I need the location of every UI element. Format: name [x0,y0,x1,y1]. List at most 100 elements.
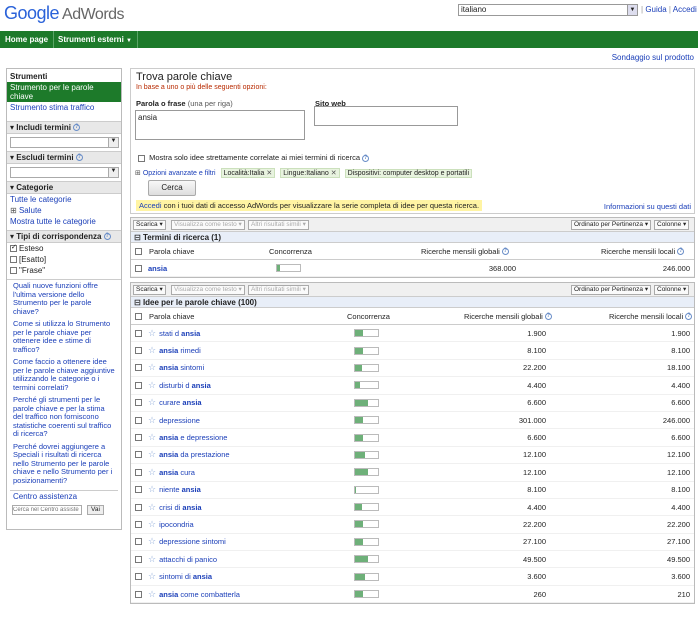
view-as-text-button[interactable]: Visualizza come testo ▾ [171,220,245,230]
help-icon[interactable]: ? [677,247,685,255]
row-checkbox[interactable] [135,538,142,546]
website-input[interactable] [314,106,458,126]
row-checkbox[interactable] [135,520,142,528]
search-button[interactable]: Cerca [148,180,196,196]
keyword-link[interactable]: ansia e depressione [159,433,227,442]
columns-button[interactable]: Colonne ▾ [654,285,690,295]
star-icon[interactable]: ☆ [148,449,156,460]
keyword-link[interactable]: stati d ansia [159,329,200,338]
nav-home[interactable]: Home page [0,31,55,48]
match-exact[interactable]: [Esatto] [7,254,121,265]
help-icon[interactable]: ? [501,247,509,255]
google-adwords-logo[interactable]: Google AdWords [4,3,125,24]
help-icon[interactable]: ? [544,312,552,320]
col-keyword[interactable]: Parola chiave [149,243,194,259]
language-select[interactable]: italiano ▼ [458,4,638,16]
row-checkbox[interactable] [135,451,142,459]
star-icon[interactable]: ☆ [148,519,156,530]
nav-external-tools[interactable]: Strumenti esterni ▼ [53,31,138,48]
expand-icon[interactable]: ⊞ [135,170,141,177]
section-title[interactable]: ⊟ Idee per le parole chiave (100) [131,297,694,308]
only-related-option[interactable]: Mostra solo idee strettamente correlate … [138,153,370,162]
keyword-link[interactable]: disturbi d ansia [159,381,211,390]
categories-header[interactable]: ▾ Categorie [7,181,121,194]
row-checkbox[interactable] [135,434,142,442]
keyword-link[interactable]: ansia rimedi [159,346,201,355]
close-icon[interactable]: ✕ [266,170,272,177]
view-as-text-button[interactable]: Visualizza come testo ▾ [171,285,245,295]
star-icon[interactable]: ☆ [148,415,156,426]
row-checkbox[interactable] [135,573,142,581]
col-local[interactable]: Ricerche mensili locali ? [601,243,685,259]
survey-link[interactable]: Sondaggio sul prodotto [612,53,694,62]
star-icon[interactable]: ☆ [148,484,156,495]
checkbox[interactable] [138,154,145,162]
help-question[interactable]: Come si utilizza lo Strumento per le par… [7,318,121,356]
keyword-link[interactable]: sintomi di ansia [159,572,212,581]
keyword-link[interactable]: depressione [159,416,200,425]
show-all-categories[interactable]: Mostra tutte le categorie [7,216,121,227]
col-competition[interactable]: Concorrenza [269,243,312,259]
phrase-textarea[interactable]: ansia [135,110,305,140]
data-info-link[interactable]: Informazioni su questi dati [604,202,691,211]
keyword-link[interactable]: ansia cura [159,468,195,477]
exclude-terms-header[interactable]: ▾ Escludi termini ? [7,151,121,164]
checkbox[interactable] [10,256,17,264]
exclude-terms-input[interactable]: ▼ [10,167,119,178]
close-icon[interactable]: ✕ [331,170,337,177]
star-icon[interactable]: ☆ [148,432,156,443]
row-checkbox[interactable] [135,468,142,476]
row-checkbox[interactable] [135,381,142,389]
row-checkbox[interactable] [135,399,142,407]
keyword-link[interactable]: ansia come combatterla [159,590,240,599]
row-checkbox[interactable] [135,329,142,337]
notice-login-link[interactable]: Accedi [139,201,162,210]
keyword-link[interactable]: ansia [148,264,167,273]
filter-devices[interactable]: Dispositivi: computer desktop e portatil… [344,169,472,178]
sidebar-item-keyword-tool[interactable]: Strumento per le parole chiave [7,82,121,102]
select-all-checkbox[interactable] [135,247,142,255]
match-broad[interactable]: Esteso [7,243,121,254]
star-icon[interactable]: ☆ [148,345,156,356]
download-button[interactable]: Scarica ▾ [133,285,166,295]
star-icon[interactable]: ☆ [148,571,156,582]
star-icon[interactable]: ☆ [148,554,156,565]
sort-button[interactable]: Ordinato per Pertinenza ▾ [571,220,652,230]
keyword-link[interactable]: ansia sintomi [159,363,204,372]
star-icon[interactable]: ☆ [148,397,156,408]
col-competition[interactable]: Concorrenza [347,308,390,324]
login-link[interactable]: Accedi [673,5,697,14]
help-search-input[interactable] [12,505,82,515]
keyword-link[interactable]: crisi di ansia [159,503,202,512]
include-terms-input[interactable]: ▼ [10,137,119,148]
star-icon[interactable]: ☆ [148,467,156,478]
help-link[interactable]: Guida [645,5,666,14]
keyword-link[interactable]: curare ansia [159,398,202,407]
category-health[interactable]: ⊞ Salute [7,205,121,216]
row-checkbox[interactable] [135,590,142,598]
star-icon[interactable]: ☆ [148,328,156,339]
columns-button[interactable]: Colonne ▾ [654,220,690,230]
download-button[interactable]: Scarica ▾ [133,220,166,230]
more-like-button[interactable]: Altri risultati simili ▾ [248,285,309,295]
chevron-down-icon[interactable]: ▼ [108,138,118,147]
expand-icon[interactable]: ⊞ [10,206,17,215]
select-all-checkbox[interactable] [135,312,142,320]
row-checkbox[interactable] [135,486,142,494]
help-question[interactable]: Perché gli strumenti per le parole chiav… [7,394,121,441]
checkbox-checked[interactable] [10,243,17,253]
match-phrase[interactable]: "Frase" [7,265,121,276]
help-icon[interactable]: ? [685,312,693,320]
keyword-link[interactable]: attacchi di panico [159,555,217,564]
sort-button[interactable]: Ordinato per Pertinenza ▾ [571,285,652,295]
sidebar-item-traffic-estimator[interactable]: Strumento stima traffico [7,102,121,113]
row-checkbox[interactable] [135,555,142,563]
col-global[interactable]: Ricerche mensili globali ? [421,243,509,259]
star-icon[interactable]: ☆ [148,380,156,391]
chevron-down-icon[interactable]: ▼ [108,168,118,177]
keyword-link[interactable]: depressione sintomi [159,537,226,546]
help-center-link[interactable]: Centro assistenza [7,491,121,502]
category-all[interactable]: Tutte le categorie [7,194,121,205]
row-checkbox[interactable] [135,364,142,372]
help-question[interactable]: Quali nuove funzioni offre l'ultima vers… [7,280,121,318]
